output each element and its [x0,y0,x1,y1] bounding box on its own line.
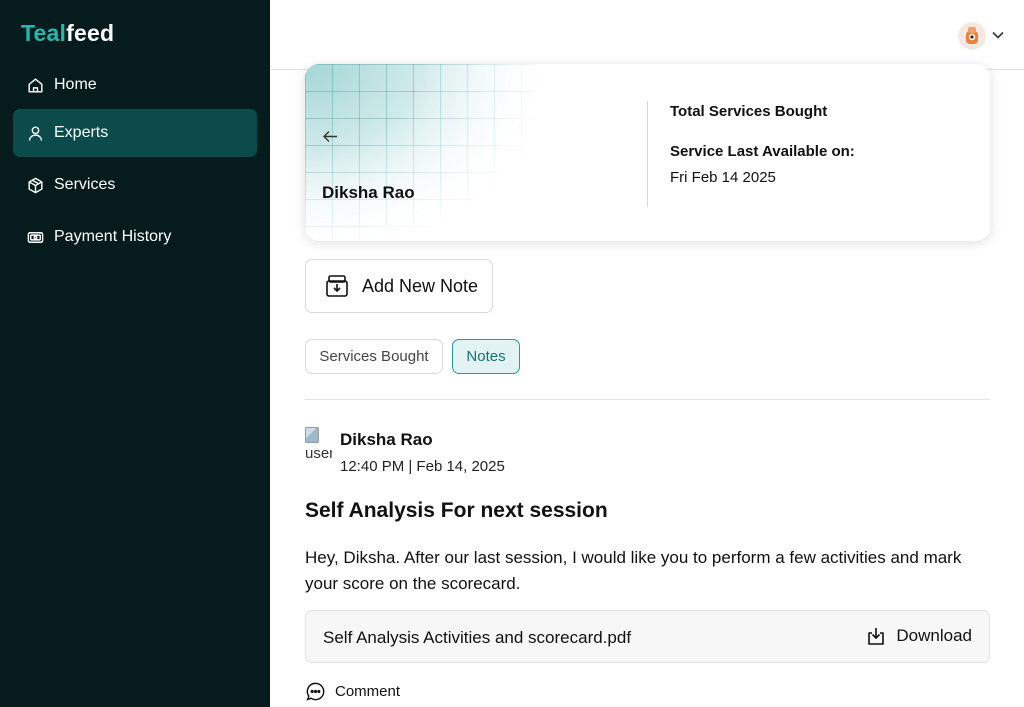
sidebar-item-label: Home [54,76,97,93]
sidebar-item-label: Payment History [54,228,172,245]
add-new-note-button[interactable]: Add New Note [305,259,493,313]
user-icon [28,125,43,141]
sidebar-item-home[interactable]: Home [13,61,257,109]
sidebar-item-label: Experts [54,124,109,141]
tab-notes[interactable]: Notes [452,339,520,374]
sidebar: Tealfeed Home Experts Services Payment H… [0,0,270,707]
comment-label: Comment [335,683,401,700]
add-note-icon [326,275,348,297]
section-divider [305,399,990,400]
user-avatar-icon[interactable] [958,22,986,50]
back-arrow-icon[interactable] [322,128,339,145]
last-available-label: Service Last Available on: [670,143,855,160]
note-title: Self Analysis For next session [305,499,608,522]
chevron-down-icon[interactable] [991,28,1005,42]
note-timestamp: 12:40 PM | Feb 14, 2025 [340,458,505,475]
download-icon [868,628,885,645]
logo[interactable]: Tealfeed [21,20,114,47]
sidebar-item-services[interactable]: Services [13,161,257,209]
comment-button[interactable]: Comment [305,681,400,702]
top-header [270,0,1024,70]
tab-services-bought[interactable]: Services Bought [305,339,443,374]
card-pattern [305,64,535,241]
attachment-row: Self Analysis Activities and scorecard.p… [305,610,990,663]
note-author: Diksha Rao [340,430,433,449]
note-body: Hey, Diksha. After our last session, I w… [305,548,962,593]
sidebar-item-label: Services [54,176,116,193]
card-divider [647,101,648,207]
home-icon [28,77,43,93]
logo-part-teal: Teal [21,20,67,46]
last-available-value: Fri Feb 14 2025 [670,169,776,186]
logo-part-feed: feed [66,20,115,46]
add-new-note-label: Add New Note [362,275,479,296]
comment-icon [306,682,325,701]
total-services-label: Total Services Bought [670,103,828,120]
attachment-filename: Self Analysis Activities and scorecard.p… [323,628,632,647]
download-button[interactable]: Download [865,625,972,647]
profile-name: Diksha Rao [322,183,415,202]
sidebar-item-experts[interactable]: Experts [13,109,257,157]
broken-image-icon [305,427,319,443]
payment-icon [27,231,44,243]
download-label: Download [896,626,972,645]
author-avatar-alt: user [305,445,332,462]
box-icon [28,177,43,193]
sidebar-item-payment-history[interactable]: Payment History [13,213,257,261]
author-avatar: user [305,427,332,467]
